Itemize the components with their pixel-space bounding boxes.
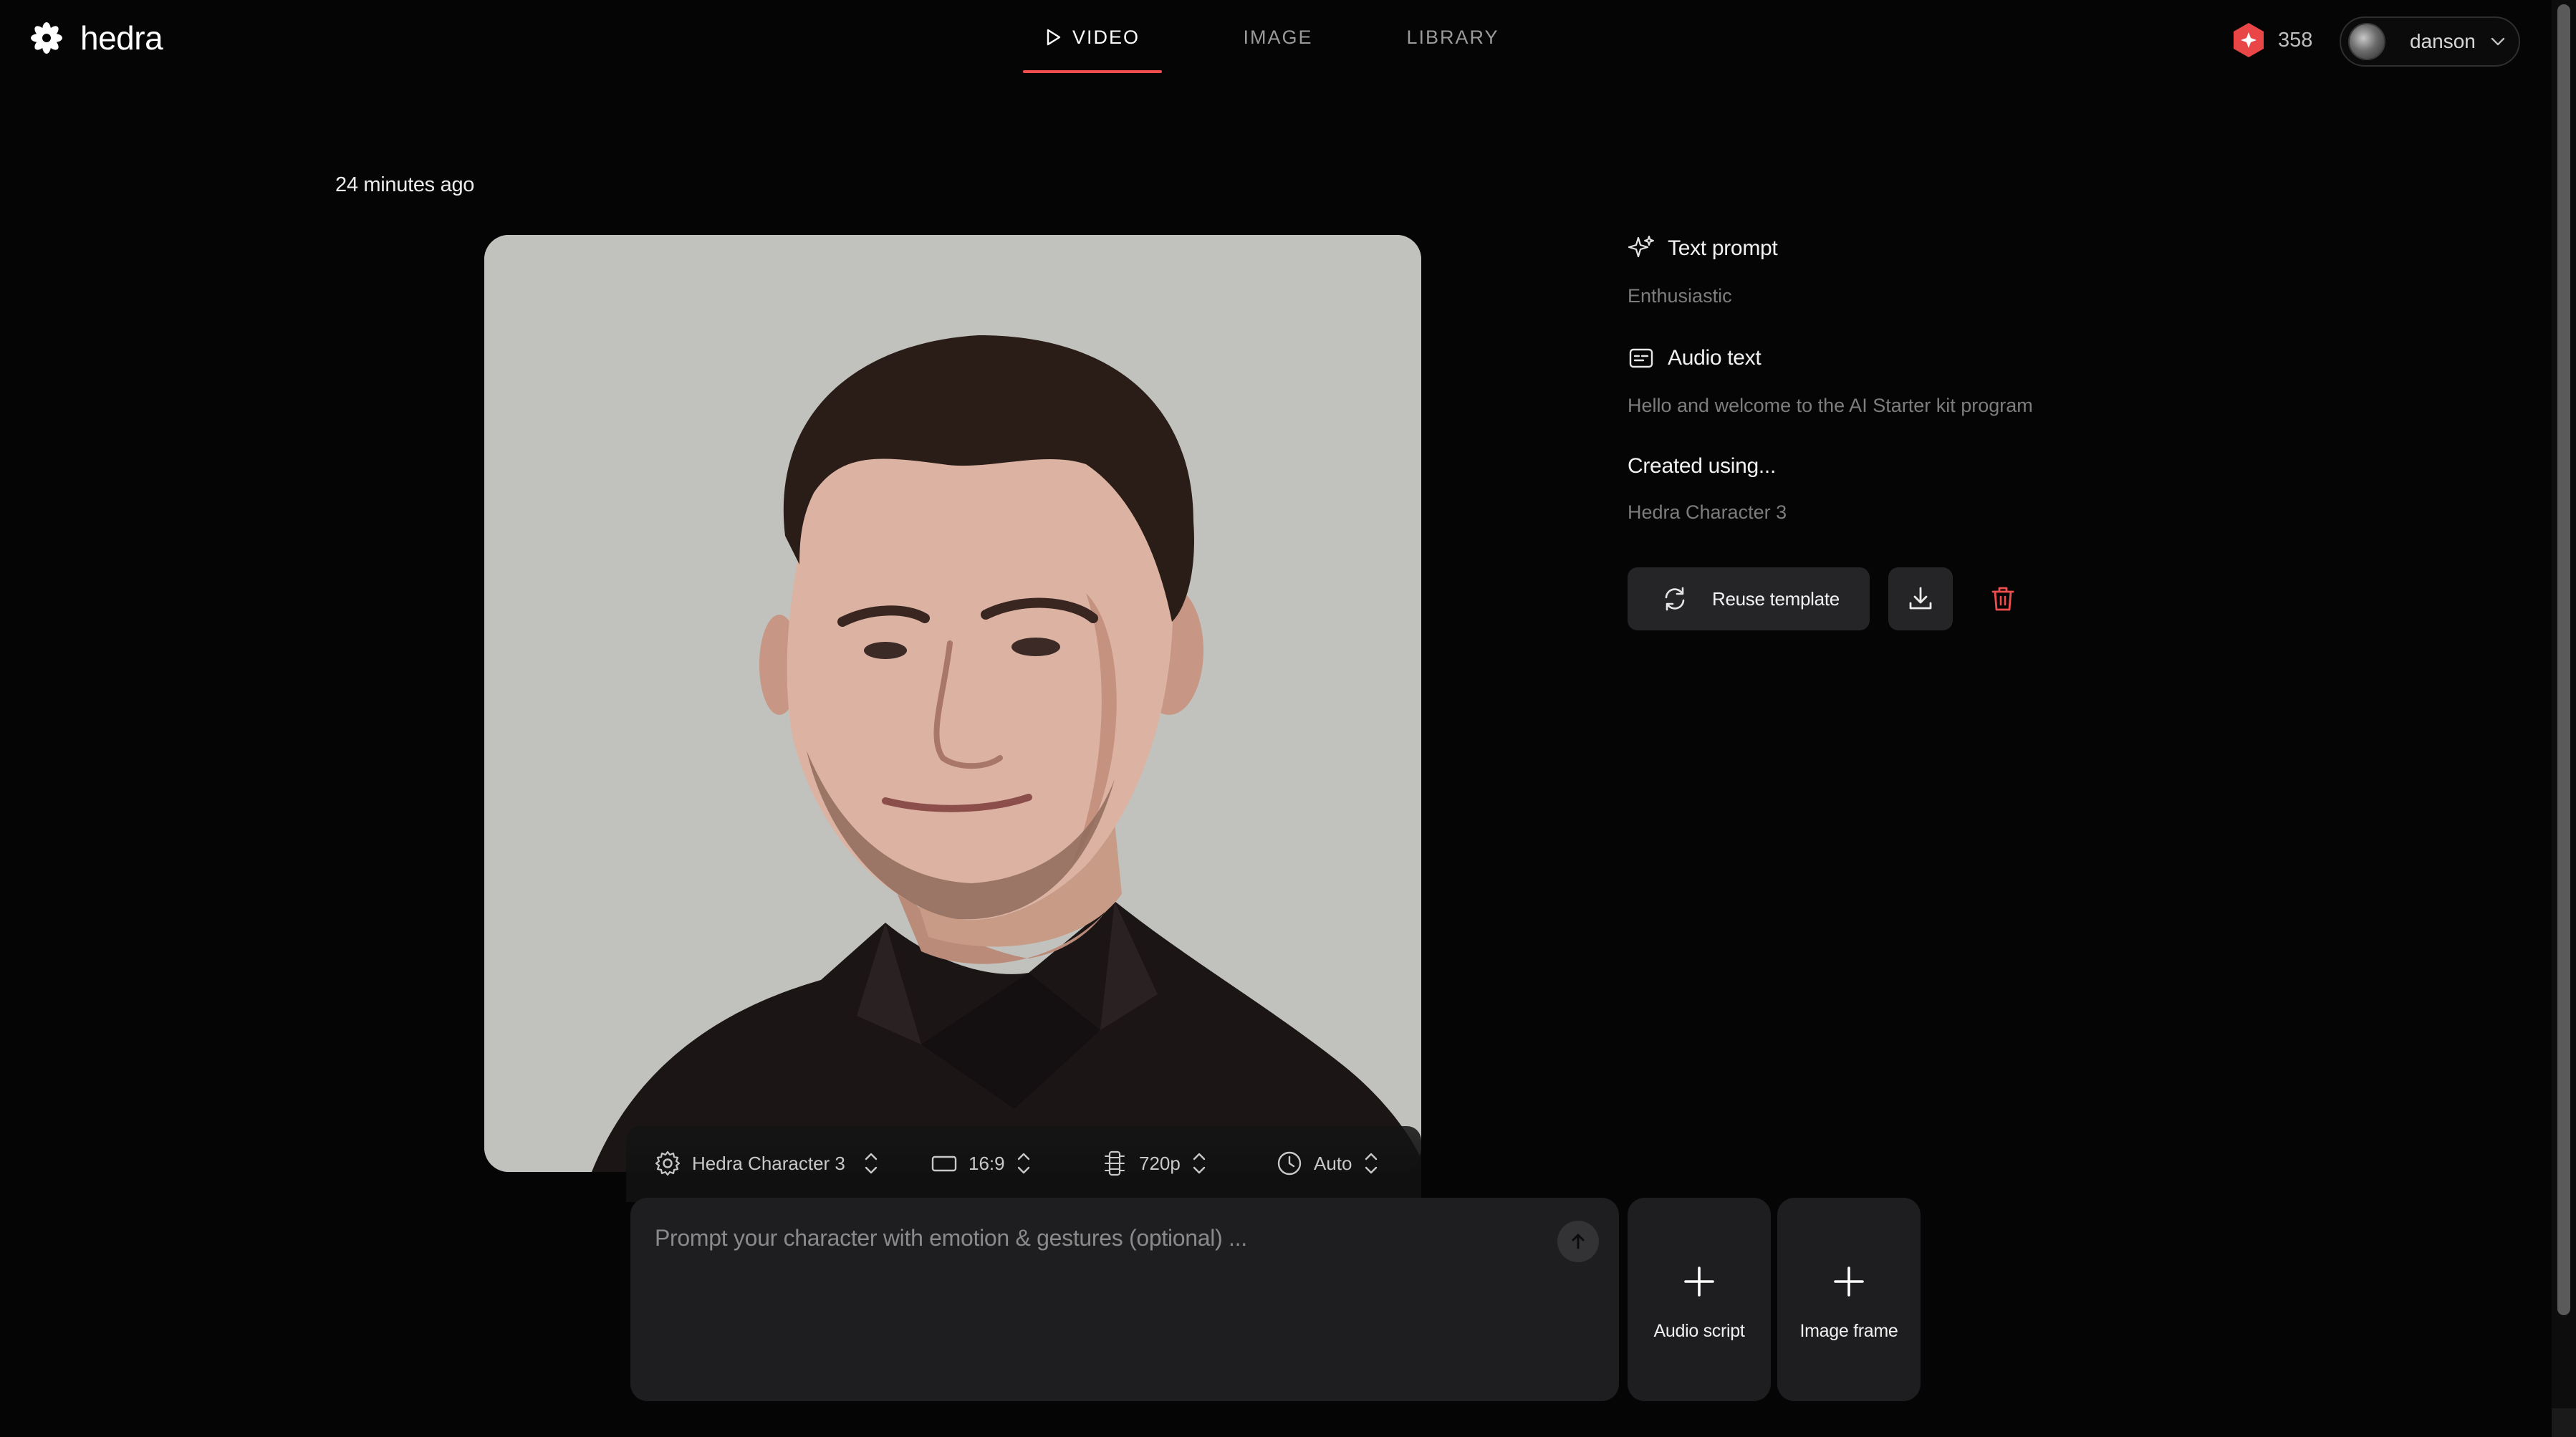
updown-chevron-icon [865, 1153, 878, 1174]
play-icon [1047, 29, 1061, 46]
arrow-up-icon [1572, 1234, 1585, 1249]
text-prompt-label: Text prompt [1668, 236, 1778, 260]
credits-indicator[interactable]: 358 [2231, 21, 2312, 59]
tab-library-label: LIBRARY [1406, 26, 1499, 48]
credits-count: 358 [2278, 28, 2313, 52]
delete-button[interactable] [1987, 583, 2019, 615]
updown-chevron-icon [1193, 1153, 1206, 1174]
audio-text-value: Hello and welcome to the AI Starter kit … [1628, 395, 2033, 416]
audio-text-heading: Audio text [1628, 345, 2129, 372]
brand-name: hedra [80, 19, 163, 57]
brand-logo[interactable]: hedra [29, 19, 163, 57]
user-menu-button[interactable]: danson [2340, 16, 2520, 67]
aspect-ratio-icon [931, 1155, 957, 1172]
plus-icon [1834, 1266, 1864, 1297]
model-value: Hedra Character 3 [692, 1152, 845, 1174]
updown-chevron-icon [1365, 1153, 1377, 1174]
add-audio-script-button[interactable]: Audio script [1628, 1198, 1771, 1401]
send-button[interactable] [1557, 1221, 1599, 1262]
aspect-ratio-selector[interactable]: 16:9 [930, 1149, 1032, 1178]
download-button[interactable] [1888, 567, 1953, 630]
tab-video[interactable]: VIDEO [1023, 0, 1162, 75]
trash-icon [1991, 587, 2014, 611]
audio-script-label: Audio script [1653, 1320, 1745, 1341]
scrollbar-thumb[interactable] [2557, 4, 2570, 1315]
updown-chevron-icon [1017, 1153, 1029, 1174]
tab-image-label: IMAGE [1243, 26, 1313, 48]
download-icon [1909, 587, 1932, 610]
sparkles-icon [1628, 236, 1654, 258]
reuse-template-label: Reuse template [1712, 587, 1840, 610]
caption-icon [1629, 348, 1653, 368]
plus-icon [1684, 1266, 1714, 1297]
scrollbar-track[interactable] [2552, 0, 2576, 1437]
duration-selector[interactable]: Auto [1275, 1149, 1380, 1178]
resolution-value: 720p [1139, 1152, 1181, 1174]
tab-library[interactable]: LIBRARY [1388, 0, 1517, 75]
gear-icon [655, 1150, 681, 1176]
add-image-frame-button[interactable]: Image frame [1777, 1198, 1921, 1401]
text-prompt-value: Enthusiastic [1628, 285, 1732, 307]
generation-timestamp: 24 minutes ago [335, 173, 475, 196]
tab-video-label: VIDEO [1072, 26, 1140, 48]
duration-value: Auto [1314, 1152, 1352, 1174]
aspect-ratio-value: 16:9 [969, 1152, 1005, 1174]
audio-text-label: Audio text [1668, 346, 1762, 370]
text-prompt-heading: Text prompt [1628, 235, 2129, 262]
credits-badge-icon [2234, 23, 2264, 57]
model-selector[interactable]: Hedra Character 3 [653, 1149, 880, 1178]
reuse-template-button[interactable]: Reuse template [1628, 567, 1870, 630]
tab-image[interactable]: IMAGE [1206, 0, 1350, 75]
portrait-image [484, 235, 1421, 1172]
generation-actions: Reuse template [1628, 567, 2019, 630]
generation-settings-bar: Hedra Character 3 16:9 720p Auto [626, 1126, 1421, 1202]
chevron-down-icon [2491, 37, 2505, 46]
resolution-icon [1105, 1150, 1125, 1176]
clock-icon [1277, 1151, 1302, 1176]
prompt-input[interactable]: Prompt your character with emotion & ges… [630, 1198, 1619, 1401]
flower-logo-icon [31, 22, 62, 54]
created-using-label: Created using... [1628, 454, 1776, 478]
image-frame-label: Image frame [1799, 1320, 1898, 1341]
scrollbar-corner [2552, 1408, 2576, 1437]
refresh-icon [1665, 587, 1685, 611]
username: danson [2410, 30, 2476, 52]
main-nav: VIDEO IMAGE LIBRARY [1023, 0, 1517, 75]
avatar [2348, 23, 2385, 60]
hedra-app: hedra VIDEO IMAGE LIBRARY 358 danson 24 … [0, 0, 2576, 1437]
video-preview[interactable] [484, 235, 1421, 1172]
created-using-heading: Created using... [1628, 454, 2129, 479]
generation-details: Text prompt Enthusiastic Audio text Hell… [1628, 235, 2129, 524]
created-using-value: Hedra Character 3 [1628, 501, 1787, 523]
prompt-placeholder: Prompt your character with emotion & ges… [655, 1225, 1247, 1251]
resolution-selector[interactable]: 720p [1100, 1149, 1208, 1178]
